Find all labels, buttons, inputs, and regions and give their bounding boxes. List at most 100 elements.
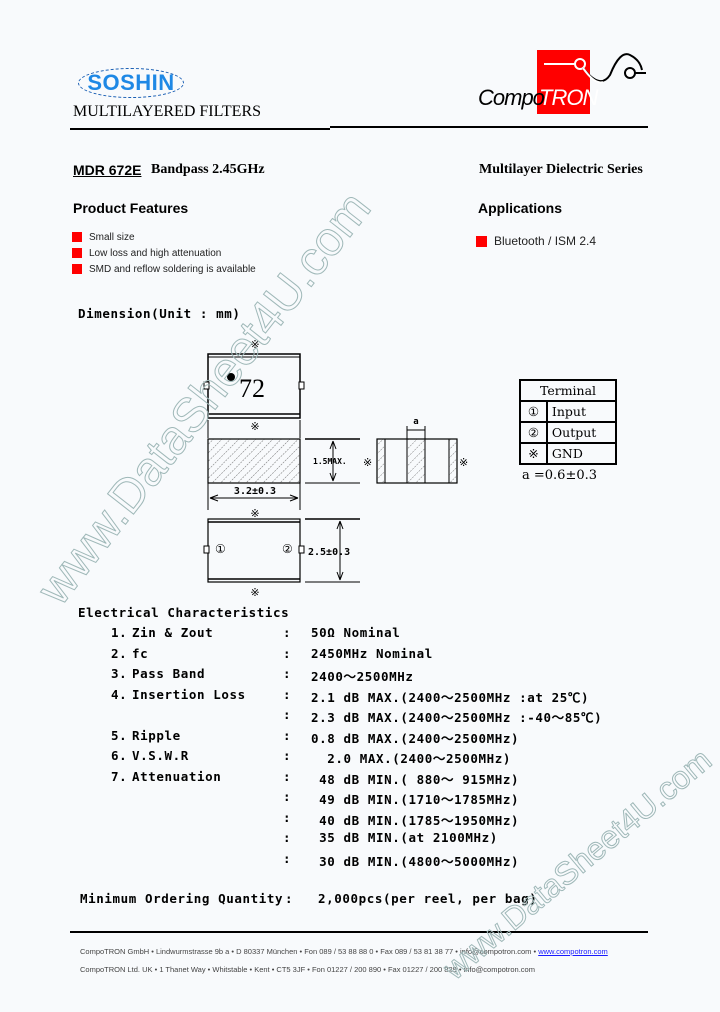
pin2-label: ②	[282, 542, 293, 556]
spec-value: 2.1 dB MAX.(2400～2500MHz :at 25℃)	[311, 689, 590, 705]
terminal-table: Terminal ① Input ② Output ※ GND	[519, 379, 618, 465]
features-list: Small size Low loss and high attenuation…	[72, 229, 256, 277]
features-heading: Product Features	[73, 200, 189, 216]
product-series: Multilayer Dielectric Series	[479, 162, 643, 177]
table-row: ② Output	[519, 421, 618, 444]
width-dimension-label: 3.2±0.3	[234, 486, 276, 497]
terminal-name: Output	[545, 421, 618, 444]
header-divider-right	[330, 126, 648, 128]
feature-item: Small size	[72, 229, 256, 245]
spec-value: 50Ω Nominal	[311, 625, 401, 640]
gnd-mark-bottom: ※	[250, 586, 259, 599]
spec-value: 40 dB MIN.(1785～1950MHz)	[311, 812, 520, 828]
spec-label: fc	[132, 645, 149, 661]
spec-colon: :	[283, 789, 292, 804]
spec-colon: :	[283, 850, 292, 866]
spec-colon: :	[283, 666, 292, 681]
table-row: 5. Ripple: 0.8 dB MAX.(2400～2500MHz)	[0, 728, 720, 748]
spec-colon: :	[283, 645, 292, 661]
spec-colon: :	[283, 830, 292, 845]
spec-number: 2.	[111, 645, 128, 661]
terminal-name: Input	[545, 400, 618, 423]
terminal-name: GND	[545, 442, 618, 465]
terminal-symbol: ①	[519, 400, 548, 423]
spec-value: 48 dB MIN.( 880～ 915MHz)	[311, 771, 520, 787]
spec-label: V.S.W.R	[132, 748, 189, 763]
feature-item: SMD and reflow soldering is available	[72, 261, 256, 277]
spec-colon: :	[283, 686, 292, 702]
table-row: 2. fc: 2450MHz Nominal	[0, 646, 720, 666]
gnd-mark-end-right: ※	[459, 456, 468, 469]
compotron-compo-text: Compo	[478, 85, 545, 110]
spec-number: 7.	[111, 768, 128, 784]
spec-colon: :	[283, 748, 292, 763]
feature-text: Low loss and high attenuation	[89, 247, 222, 259]
terminal-symbol: ※	[519, 442, 548, 465]
red-square-bullet-icon	[72, 248, 82, 258]
electrical-title: Electrical Characteristics	[78, 605, 290, 620]
spec-colon: :	[283, 768, 292, 784]
table-row: 7. Attenuation: 48 dB MIN.( 880～ 915MHz)	[0, 769, 720, 789]
moq-colon: :	[285, 891, 294, 906]
spec-number: 1.	[111, 625, 128, 640]
spec-label: Attenuation	[132, 768, 222, 784]
gnd-mark-lower: ※	[250, 507, 259, 520]
table-row: ※ GND	[519, 442, 618, 465]
table-row: 6. V.S.W.R: 2.0 MAX.(2400～2500MHz)	[0, 748, 720, 768]
table-row: : 49 dB MIN.(1710～1785MHz)	[0, 789, 720, 809]
soshin-logo-text: SOSHIN	[87, 70, 175, 95]
header-divider-left	[70, 128, 330, 130]
model-number: MDR 672E	[73, 162, 142, 178]
product-category: MULTILAYERED FILTERS	[73, 103, 262, 120]
spec-colon: :	[283, 809, 292, 825]
moq-label: Minimum Ordering Quantity	[80, 891, 284, 906]
compotron-tron-text: TRON	[539, 85, 598, 110]
a-dimension-note: a =0.6±0.3	[522, 468, 598, 483]
red-square-bullet-icon	[72, 232, 82, 242]
spec-label: Pass Band	[132, 666, 206, 681]
pin1-label: ①	[215, 542, 226, 556]
terminal-symbol: ②	[519, 421, 548, 444]
spec-value: 2.0 MAX.(2400～2500MHz)	[311, 751, 511, 766]
spec-label: Ripple	[132, 727, 181, 743]
spec-number: 4.	[111, 686, 128, 702]
a-dimension-label: a	[413, 417, 418, 427]
spec-value: 49 dB MIN.(1710～1785MHz)	[311, 792, 520, 807]
feature-text: SMD and reflow soldering is available	[89, 263, 256, 275]
feature-text: Small size	[89, 231, 135, 243]
table-row: ① Input	[519, 400, 618, 423]
website-link[interactable]: www.compotron.com	[538, 947, 608, 956]
dimension-title: Dimension(Unit : mm)	[78, 306, 241, 321]
spec-number: 3.	[111, 666, 128, 681]
spec-value: 35 dB MIN.(at 2100MHz)	[311, 830, 498, 845]
spec-label: Zin & Zout	[132, 625, 214, 640]
spec-number: 5.	[111, 727, 128, 743]
application-text: Bluetooth / ISM 2.4	[494, 234, 597, 248]
length-dimension-label: 2.5±0.3	[308, 547, 350, 558]
spec-label: Insertion Loss	[132, 686, 246, 702]
applications-heading: Applications	[478, 200, 563, 216]
soshin-logo: SOSHIN	[78, 68, 184, 98]
footer-line-germany: CompoTRON GmbH • Lindwurmstrasse 9b a • …	[80, 947, 608, 956]
table-row: 3. Pass Band: 2400～2500MHz	[0, 666, 720, 686]
end-view	[376, 426, 458, 484]
side-view	[207, 438, 301, 484]
terminal-header: Terminal	[519, 379, 617, 402]
table-row: 4. Insertion Loss: 2.1 dB MAX.(2400～2500MH…	[0, 687, 720, 707]
spec-colon: :	[283, 707, 292, 722]
red-square-bullet-icon	[72, 264, 82, 274]
spec-colon: :	[283, 727, 292, 743]
table-row: : 2.3 dB MAX.(2400～2500MHz :-40～85℃)	[0, 707, 720, 727]
spec-value: 2450MHz Nominal	[311, 645, 433, 661]
feature-item: Low loss and high attenuation	[72, 245, 256, 261]
footer-divider	[70, 931, 648, 933]
spec-value: 0.8 dB MAX.(2400～2500MHz)	[311, 730, 520, 746]
spec-colon: :	[283, 625, 292, 640]
red-square-bullet-icon	[476, 235, 487, 247]
table-row: 1. Zin & Zout: 50Ω Nominal	[0, 625, 720, 645]
applications-list: Bluetooth / ISM 2.4	[476, 234, 596, 248]
spec-value: 30 dB MIN.(4800～5000MHz)	[311, 853, 520, 869]
terminal-table-header: Terminal	[519, 379, 617, 402]
spec-number: 6.	[111, 748, 128, 763]
application-item: Bluetooth / ISM 2.4	[476, 234, 596, 248]
